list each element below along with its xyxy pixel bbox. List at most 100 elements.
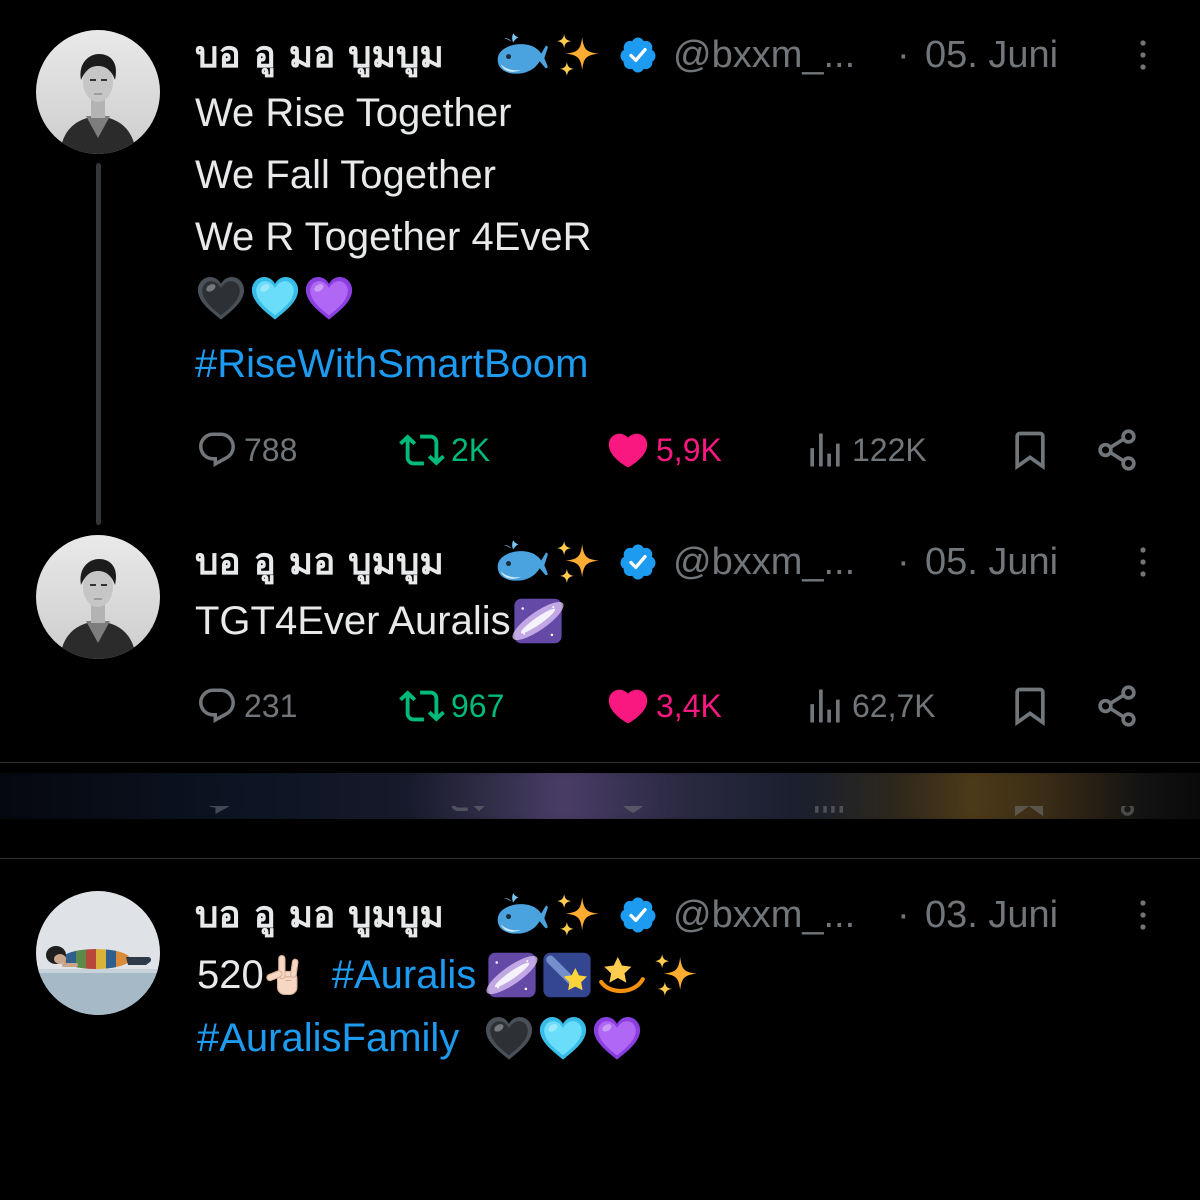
- tweet-emoji-line: [195, 267, 357, 329]
- light-blue-heart-emoji-icon: [249, 272, 301, 324]
- share-button[interactable]: [1094, 681, 1140, 731]
- like-button[interactable]: 5,9K: [605, 425, 722, 475]
- repost-icon: [445, 806, 487, 818]
- tweet-text: TGT4Ever Auralis: [195, 599, 511, 643]
- tweet-text-line: 520 #Auralis: [197, 944, 702, 1006]
- shooting-star-emoji-icon: [541, 950, 593, 1000]
- purple-heart-emoji-icon: [303, 272, 355, 324]
- repost-count: 967: [451, 688, 505, 724]
- sparkles-emoji-icon: [553, 537, 603, 587]
- reply-icon: [198, 806, 240, 818]
- verified-badge-icon[interactable]: [618, 895, 658, 935]
- share-icon: [1094, 427, 1140, 473]
- reply-icon: [196, 429, 238, 471]
- verified-badge-icon[interactable]: [618, 35, 658, 75]
- dizzy-emoji-icon: [596, 950, 648, 1000]
- separator-dot: ·: [897, 894, 910, 936]
- tweet-header: บอ อู มอ บูมบูม @bxxm_... · 05. Juni: [195, 30, 1165, 80]
- heart-icon: [612, 806, 654, 818]
- author-avatar[interactable]: [36, 891, 160, 1015]
- repost-button[interactable]: 967: [397, 681, 504, 731]
- repost-button[interactable]: 2K: [397, 425, 490, 475]
- repost-icon: [397, 683, 447, 729]
- more-options-icon[interactable]: [1133, 37, 1153, 73]
- more-options-icon[interactable]: [1133, 897, 1153, 933]
- reply-icon: [196, 685, 238, 727]
- author-handle[interactable]: @bxxm_...: [673, 30, 855, 80]
- author-avatar[interactable]: [36, 30, 160, 154]
- repost-icon: [397, 427, 447, 473]
- author-handle[interactable]: @bxxm_...: [673, 890, 855, 940]
- sparkles-emoji-icon: [650, 950, 702, 1000]
- tweet-actions: 788 2K 5,9K 122K: [0, 425, 1200, 475]
- whale-emoji-icon: [493, 27, 549, 83]
- bookmark-icon: [1008, 684, 1052, 728]
- avatar-portrait-image: [36, 30, 160, 154]
- black-heart-emoji-icon: [483, 1012, 535, 1064]
- hashtag-link[interactable]: #Auralis: [332, 944, 477, 1006]
- timeline-screenshot: บอ อู มอ บูมบูม @bxxm_... · 05. Juni We …: [0, 0, 1200, 1200]
- repost-count: 2K: [451, 432, 491, 468]
- tweet-date[interactable]: 05. Juni: [925, 537, 1058, 587]
- milky-way-emoji-icon: [486, 950, 538, 1000]
- tweet-actions: 231 967 3,4K 62,7K: [0, 681, 1200, 731]
- author-avatar[interactable]: [36, 535, 160, 659]
- views-button[interactable]: 62,7K: [803, 681, 936, 731]
- tweet-date[interactable]: 05. Juni: [925, 30, 1058, 80]
- views-chart-icon: [803, 684, 847, 728]
- bookmark-button[interactable]: [1008, 425, 1052, 475]
- bookmark-icon: [1008, 806, 1050, 818]
- views-chart-icon: [803, 428, 847, 472]
- like-count: 5,9K: [656, 432, 722, 468]
- author-name[interactable]: บอ อู มอ บูมบูม: [195, 537, 444, 587]
- author-handle[interactable]: @bxxm_...: [673, 537, 855, 587]
- views-count: 62,7K: [852, 688, 936, 724]
- tweet-divider: [0, 858, 1200, 859]
- light-blue-heart-emoji-icon: [537, 1012, 589, 1064]
- reply-count: 231: [244, 688, 298, 724]
- avatar-portrait-image: [36, 535, 160, 659]
- bookmark-icon: [1008, 428, 1052, 472]
- author-name[interactable]: บอ อู มอ บูมบูม: [195, 30, 444, 80]
- bookmark-button[interactable]: [1008, 681, 1052, 731]
- tweet-hashtag-line: #RiseWithSmartBoom: [195, 333, 588, 395]
- tweet-text-line: #AuralisFamily: [197, 1007, 645, 1069]
- tweet-text: 520: [197, 953, 264, 997]
- tweet-text-line: We Rise Together: [195, 91, 512, 135]
- cut-off-action-row: [0, 806, 1200, 820]
- share-icon: [1096, 806, 1138, 818]
- sparkles-emoji-icon: [553, 30, 603, 80]
- tweet-header: บอ อู มอ บูมบูม @bxxm_... · 03. Juni: [195, 890, 1165, 940]
- purple-heart-emoji-icon: [591, 1012, 643, 1064]
- author-name[interactable]: บอ อู มอ บูมบูม: [195, 890, 444, 940]
- heart-icon: [605, 683, 651, 729]
- tweet-text-line: TGT4Ever Auralis: [195, 590, 565, 652]
- tweet-text-line: We Fall Together: [195, 153, 496, 197]
- heart-icon: [605, 427, 651, 473]
- reply-count: 788: [244, 432, 298, 468]
- reply-button[interactable]: 231: [196, 681, 297, 731]
- tweet-text-line: We R Together 4EveR: [195, 215, 592, 259]
- like-button[interactable]: 3,4K: [605, 681, 722, 731]
- love-you-gesture-emoji-icon: [264, 951, 308, 999]
- share-button[interactable]: [1094, 425, 1140, 475]
- separator-dot: ·: [897, 541, 910, 583]
- views-button[interactable]: 122K: [803, 425, 927, 475]
- black-heart-emoji-icon: [195, 272, 247, 324]
- milky-way-emoji-icon: [511, 596, 565, 646]
- like-count: 3,4K: [656, 688, 722, 724]
- hashtag-link[interactable]: #AuralisFamily: [197, 1007, 459, 1069]
- tweet-divider: [0, 762, 1200, 763]
- views-count: 122K: [852, 432, 927, 468]
- more-options-icon[interactable]: [1133, 544, 1153, 580]
- whale-emoji-icon: [493, 534, 549, 590]
- whale-emoji-icon: [493, 887, 549, 943]
- avatar-lying-figure-image: [36, 891, 160, 1015]
- verified-badge-icon[interactable]: [618, 542, 658, 582]
- hashtag-link[interactable]: #RiseWithSmartBoom: [195, 333, 588, 395]
- separator-dot: ·: [897, 34, 910, 76]
- tweet-date[interactable]: 03. Juni: [925, 890, 1058, 940]
- views-chart-icon: [808, 806, 850, 818]
- share-icon: [1094, 683, 1140, 729]
- reply-button[interactable]: 788: [196, 425, 297, 475]
